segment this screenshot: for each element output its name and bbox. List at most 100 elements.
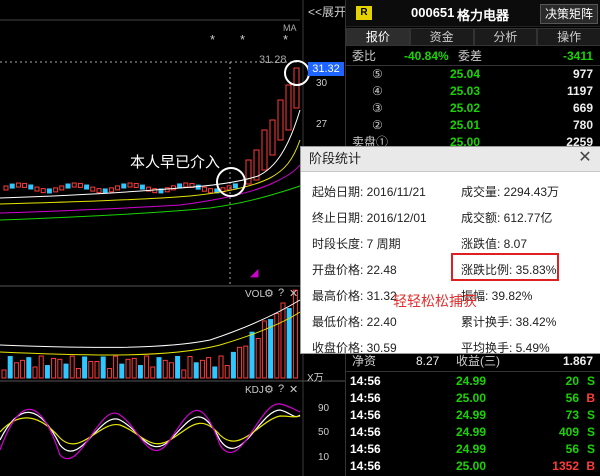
commission-diff-value: -3411 [562,49,593,63]
tab-analysis[interactable]: 分析 [473,28,538,46]
volume-bar [168,362,174,379]
tick-price: 24.99 [456,425,487,439]
tick-price: 25.00 [456,459,487,473]
tick-direction: S [586,425,595,439]
candle [201,186,207,192]
candle [15,182,21,188]
start-date: 起始日期: 2016/11/21 [312,185,426,199]
close-icon[interactable]: ✕ [289,287,298,300]
quote-tabs: 报价 资金 分析 操作 [346,28,600,46]
volume-bar [7,356,13,379]
candle [53,187,59,193]
volume-bar [119,363,125,379]
kdj-close-icon[interactable]: ✕ [289,383,298,396]
volume-bar [137,365,143,379]
candle [59,185,65,191]
kdj-help-icon[interactable]: ? [278,383,284,395]
volume-bar [144,355,150,379]
watermark-text: 轻轻松松捕获 [393,293,477,309]
vol-unit: X万 [307,373,324,384]
tick-volume: 409 [558,425,579,439]
volume-bar [206,357,212,379]
earnings-value: 1.867 [562,354,593,368]
volume-bar [82,356,88,379]
kdj-axis-90: 90 [318,403,330,414]
candle [208,188,214,194]
tick-volume: 56 [565,442,579,456]
tick-price: 24.99 [456,442,487,456]
candle [84,184,90,190]
turnover-avg-stat: 平均换手: 5.49% [461,341,550,355]
tick-price: 25.00 [456,391,487,405]
axis-27: 27 [316,119,328,130]
volume-bar [255,338,261,379]
ask-row: ④ 25.03 1197 [346,83,600,100]
candle [152,188,158,194]
volume-bar [113,355,119,379]
kdj-gear-icon[interactable]: ⚙ [264,383,274,396]
help-icon[interactable]: ? [278,287,284,299]
tick-direction: S [586,408,595,422]
tab-quote[interactable]: 报价 [346,28,410,46]
kline-chart[interactable]: * * * ◢ [0,0,345,476]
tab-operate[interactable]: 操作 [537,28,600,46]
volume-bar [75,367,81,379]
amount-stat: 成交额: 612.77亿 [461,211,553,225]
tick-time: 14:56 [350,425,381,439]
tick-volume: 56 [565,391,579,405]
candle [65,183,71,189]
candle [121,183,127,189]
tick-volume: 1352 [552,459,579,473]
tick-direction: S [586,442,595,456]
expand-button[interactable]: <<展开 [308,3,346,20]
turnover-total-stat: 累计换手: 38.42% [461,315,557,329]
tab-funds[interactable]: 资金 [409,28,474,46]
candle [170,185,176,191]
candle [269,119,276,156]
axis-30: 30 [316,78,328,89]
period-stats-dialog: 阶段统计 ✕ 起始日期: 2016/11/21 终止日期: 2016/12/01… [300,146,600,355]
candle [293,67,300,109]
net-asset-value: 8.27 [416,354,440,368]
candle [90,186,96,192]
commission-ratio-label: 委比 [352,49,377,63]
volume-bar [1,369,7,379]
volume-bar [243,345,249,379]
vol-label: VOL [245,289,266,300]
decision-matrix-button[interactable]: 决策矩阵 [540,4,598,24]
end-date: 终止日期: 2016/12/01 [312,211,427,225]
volume-bar [193,362,199,379]
tick-price: 24.99 [456,408,487,422]
open-price: 开盘价格: 22.48 [312,263,397,277]
volume-bar [224,365,230,379]
commission-ratio-value: -40.84% [404,49,449,63]
candle [232,183,238,189]
candle [71,182,77,188]
volume-bar [51,357,57,379]
candle [46,188,52,194]
high-price: 最高价格: 31.32 [312,289,397,303]
candle [96,188,102,194]
tick-time: 14:56 [350,408,381,422]
volume-bar [38,355,44,379]
ask-volume: 1197 [566,84,593,98]
stock-code: 000651 [411,5,455,20]
tick-direction: B [586,459,595,473]
gear-icon[interactable]: ⚙ [264,287,274,300]
tick-direction: B [586,391,595,405]
commission-row: 委比 -40.84% 委差 -3411 [346,48,600,65]
commission-diff-label: 委差 [458,49,483,63]
dialog-close-icon[interactable]: ✕ [576,149,594,167]
tick-row: 14:56 25.00 1352 B [346,458,600,475]
candle [133,182,139,188]
volume-bar [57,358,63,379]
volume-bar [125,358,131,379]
candle [9,183,15,189]
volume-bar [20,359,26,379]
candle [40,188,46,194]
ask-label: ④ [372,84,383,98]
tick-volume: 73 [565,408,579,422]
ask-volume: 669 [572,101,593,115]
volume-bar [44,365,50,379]
kdj-axis-50: 50 [318,427,330,438]
